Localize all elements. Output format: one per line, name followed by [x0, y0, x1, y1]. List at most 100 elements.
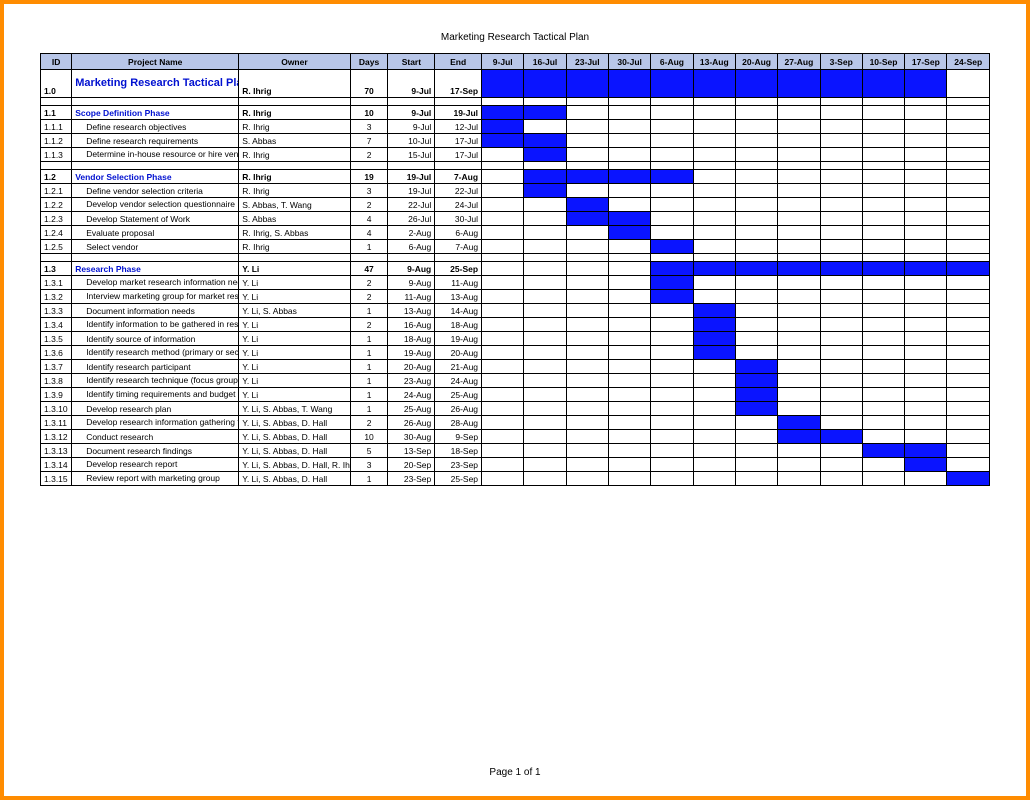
gantt-cell: [482, 120, 524, 134]
row-start: 16-Aug: [388, 318, 435, 332]
gantt-cell: [778, 290, 820, 304]
row-days: 4: [350, 226, 388, 240]
row-owner: S. Abbas: [239, 134, 350, 148]
gantt-cell: [566, 458, 608, 472]
row-end: 7-Aug: [435, 240, 482, 254]
gantt-cell: [651, 430, 693, 444]
header-week: 10-Sep: [862, 54, 904, 70]
row-name: Review report with marketing group: [72, 472, 239, 486]
row-id: 1.3.3: [41, 304, 72, 318]
gantt-cell: [524, 318, 566, 332]
gantt-cell: [566, 472, 608, 486]
gantt-cell: [735, 134, 777, 148]
gantt-cell: [735, 198, 777, 212]
gantt-cell: [820, 332, 862, 346]
gantt-cell: [820, 444, 862, 458]
gantt-cell: [566, 374, 608, 388]
row-days: 4: [350, 212, 388, 226]
gantt-cell: [947, 134, 990, 148]
table-row: 1.3.14 Develop research report Y. Li, S.…: [41, 458, 990, 472]
gantt-cell: [524, 226, 566, 240]
gantt-cell: [947, 472, 990, 486]
gantt-cell: [693, 472, 735, 486]
gantt-cell: [482, 332, 524, 346]
gantt-cell: [608, 276, 650, 290]
gantt-cell: [947, 170, 990, 184]
gantt-cell: [905, 262, 947, 276]
gantt-cell: [608, 416, 650, 430]
row-owner: R. Ihrig: [239, 148, 350, 162]
gantt-cell: [693, 106, 735, 120]
table-row: 1.3.7 Identify research participant Y. L…: [41, 360, 990, 374]
gantt-cell: [608, 318, 650, 332]
gantt-cell: [482, 148, 524, 162]
gantt-cell: [651, 212, 693, 226]
row-start: 23-Sep: [388, 472, 435, 486]
table-row: 1.1.3 Determine in-house resource or hir…: [41, 148, 990, 162]
gantt-cell: [735, 304, 777, 318]
gantt-cell: [905, 120, 947, 134]
row-name: Develop research report: [72, 458, 239, 472]
row-start: 24-Aug: [388, 388, 435, 402]
gantt-cell: [482, 198, 524, 212]
table-row: 1.3.8 Identify research technique (focus…: [41, 374, 990, 388]
gantt-cell: [862, 332, 904, 346]
row-days: 1: [350, 374, 388, 388]
gantt-cell: [693, 346, 735, 360]
gantt-cell: [651, 120, 693, 134]
gantt-cell: [524, 374, 566, 388]
row-end: 30-Jul: [435, 212, 482, 226]
gantt-cell: [778, 304, 820, 318]
gantt-cell: [608, 212, 650, 226]
gantt-cell: [566, 388, 608, 402]
row-end: 18-Sep: [435, 444, 482, 458]
gantt-cell: [482, 360, 524, 374]
row-owner: R. Ihrig: [239, 170, 350, 184]
gantt-cell: [608, 374, 650, 388]
gantt-cell: [651, 444, 693, 458]
gantt-cell: [566, 170, 608, 184]
gantt-cell: [524, 70, 566, 98]
row-owner: Y. Li: [239, 332, 350, 346]
gantt-cell: [862, 388, 904, 402]
gantt-cell: [905, 388, 947, 402]
gantt-cell: [820, 472, 862, 486]
row-id: 1.1.1: [41, 120, 72, 134]
row-days: 10: [350, 430, 388, 444]
row-name: Document research findings: [72, 444, 239, 458]
row-start: 9-Aug: [388, 276, 435, 290]
row-name: Interview marketing group for market res…: [72, 290, 239, 304]
gantt-cell: [820, 106, 862, 120]
row-owner: R. Ihrig: [239, 240, 350, 254]
gantt-cell: [524, 290, 566, 304]
gantt-cell: [482, 304, 524, 318]
row-id: 1.2.2: [41, 198, 72, 212]
gantt-cell: [862, 170, 904, 184]
row-owner: Y. Li: [239, 374, 350, 388]
gantt-cell: [905, 332, 947, 346]
row-id: 1.3.1: [41, 276, 72, 290]
gantt-cell: [482, 240, 524, 254]
gantt-cell: [862, 458, 904, 472]
gantt-cell: [693, 318, 735, 332]
row-end: 25-Aug: [435, 388, 482, 402]
gantt-cell: [693, 444, 735, 458]
gantt-cell: [905, 290, 947, 304]
table-row: 1.1.1 Define research objectives R. Ihri…: [41, 120, 990, 134]
row-owner: S. Abbas: [239, 212, 350, 226]
gantt-cell: [905, 346, 947, 360]
row-days: 7: [350, 134, 388, 148]
gantt-cell: [778, 262, 820, 276]
table-row: 1.3.13 Document research findings Y. Li,…: [41, 444, 990, 458]
row-id: 1.0: [41, 70, 72, 98]
table-row: 1.3.1 Develop market research informatio…: [41, 276, 990, 290]
gantt-cell: [693, 170, 735, 184]
table-row: 1.2.3 Develop Statement of Work S. Abbas…: [41, 212, 990, 226]
row-id: 1.3.15: [41, 472, 72, 486]
row-id: 1.2.1: [41, 184, 72, 198]
gantt-cell: [693, 148, 735, 162]
gantt-cell: [566, 134, 608, 148]
gantt-cell: [947, 360, 990, 374]
spacer-row: [41, 254, 990, 262]
gantt-cell: [862, 444, 904, 458]
